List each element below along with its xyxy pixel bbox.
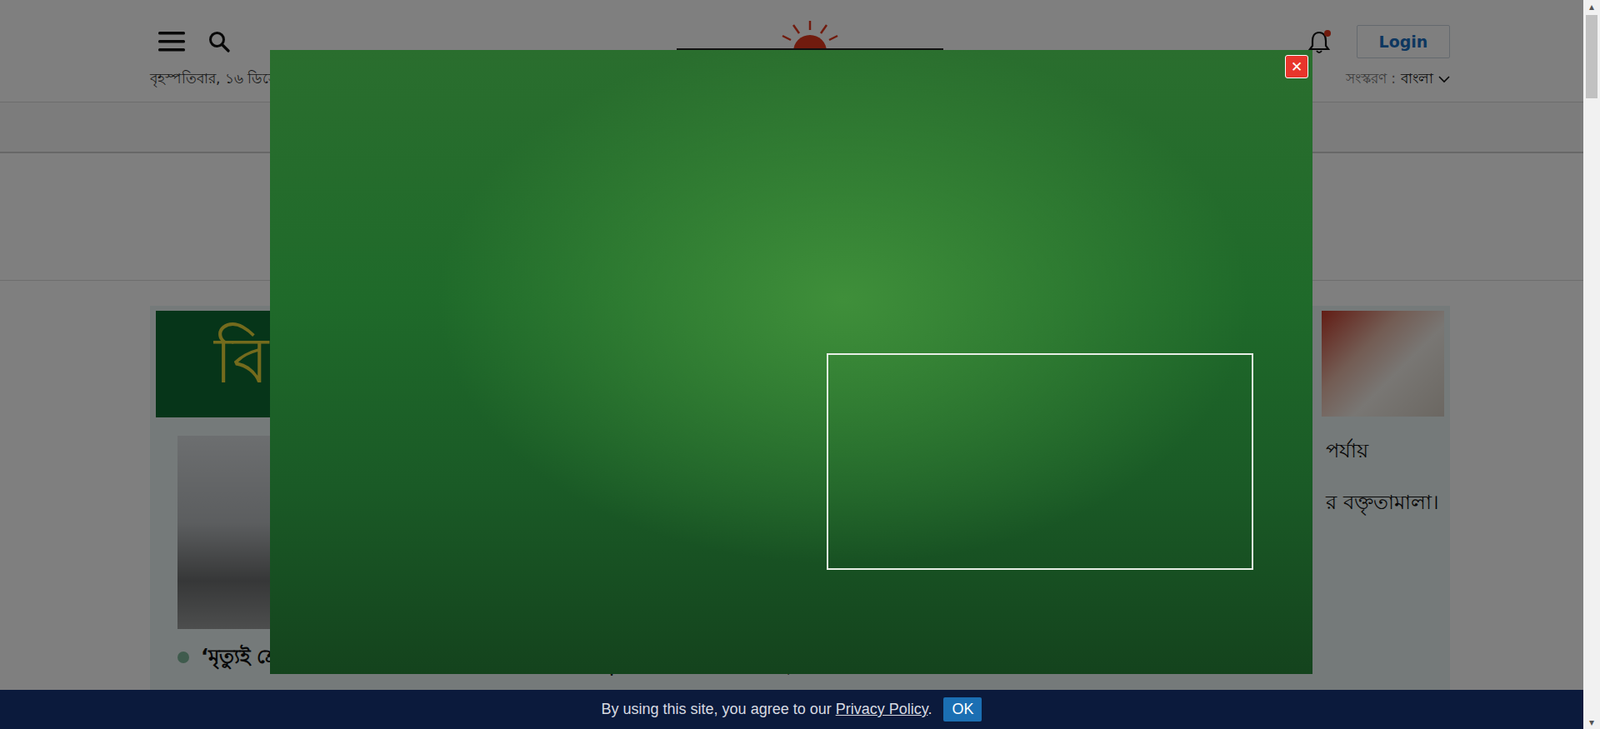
ad-frame [826, 353, 1254, 570]
close-button[interactable]: ✕ [1285, 55, 1309, 79]
cookie-bar: By using this site, you agree to our Pri… [0, 690, 1584, 729]
privacy-policy-link[interactable]: Privacy Policy [835, 700, 929, 718]
scroll-down-icon[interactable]: ▾ [1589, 715, 1595, 729]
scroll-up-icon[interactable]: ▴ [1589, 0, 1595, 14]
scroll-thumb[interactable] [1585, 15, 1598, 99]
ad-image[interactable] [270, 50, 1313, 675]
ok-button[interactable]: OK [943, 697, 982, 722]
ad-modal: ✕ [270, 50, 1313, 675]
scrollbar[interactable]: ▴ ▾ [1583, 0, 1600, 729]
page: Login বৃহস্পতিবার, ১৬ ডিসে সংস্করণ : বাং… [0, 0, 1600, 729]
